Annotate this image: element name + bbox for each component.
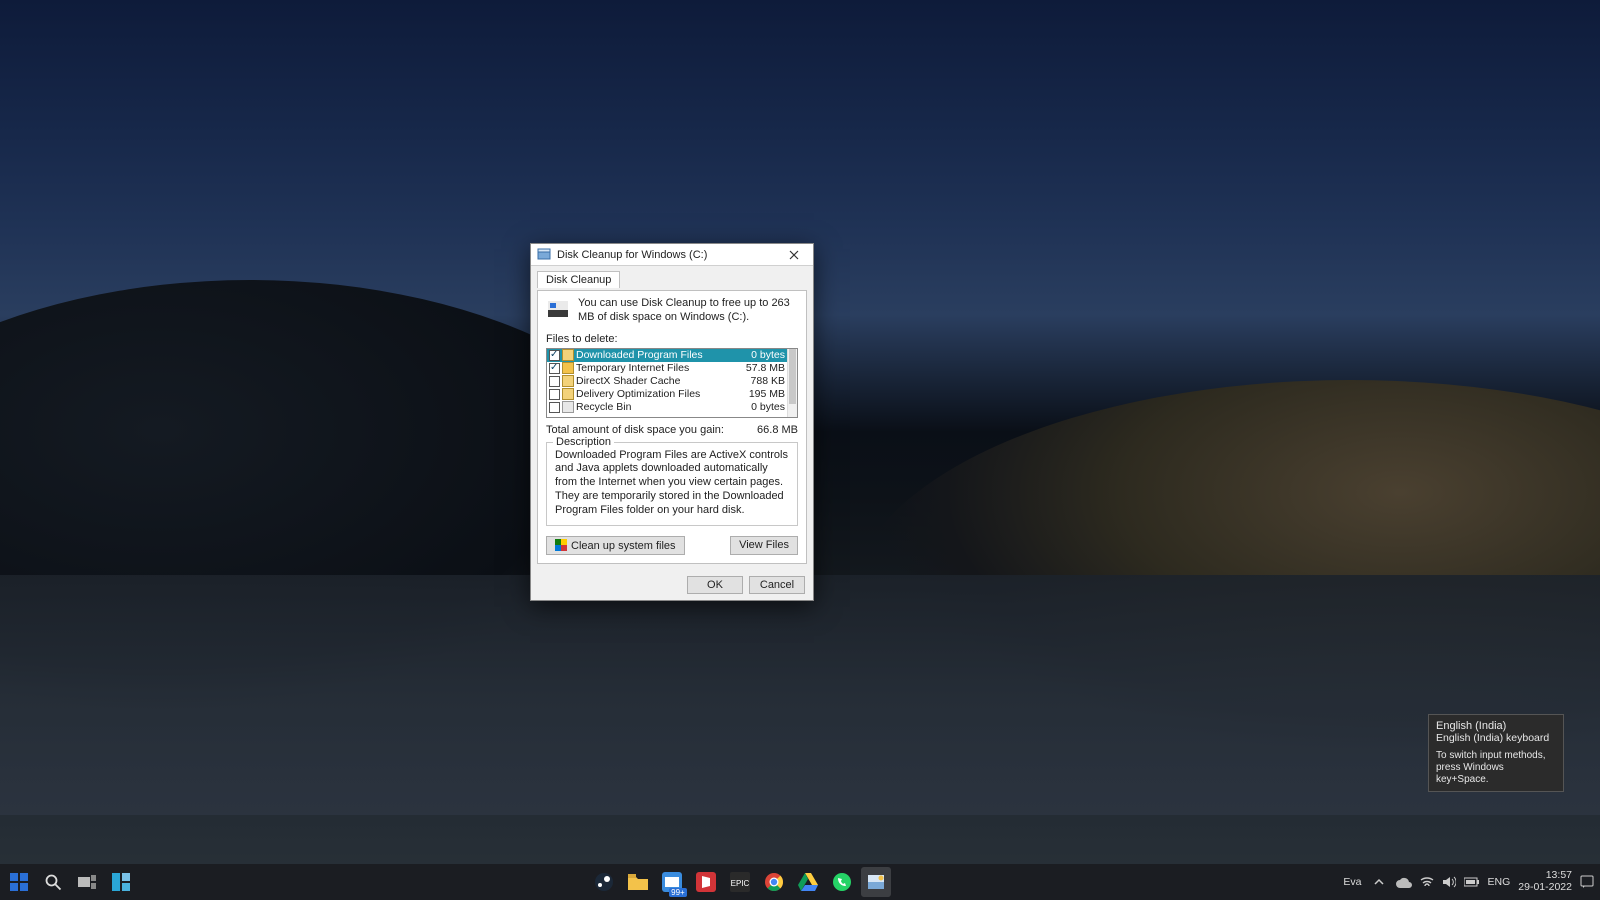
drive-icon (546, 297, 570, 325)
file-item-name: Downloaded Program Files (576, 349, 735, 361)
tray-wifi-icon[interactable] (1420, 876, 1434, 888)
description-group: Description Downloaded Program Files are… (546, 442, 798, 527)
disk-cleanup-icon (537, 248, 551, 262)
file-item-size: 0 bytes (737, 349, 785, 361)
recycle-bin-icon (562, 401, 574, 413)
file-list-item[interactable]: Delivery Optimization Files195 MB (547, 388, 787, 401)
file-item-name: DirectX Shader Cache (576, 375, 735, 387)
file-item-name: Temporary Internet Files (576, 362, 735, 374)
taskbar-app-drive[interactable] (793, 867, 823, 897)
file-list-item[interactable]: DirectX Shader Cache788 KB (547, 375, 787, 388)
lock-icon (562, 362, 574, 374)
description-text: Downloaded Program Files are ActiveX con… (555, 449, 789, 518)
checkbox[interactable] (549, 350, 560, 361)
shield-icon (555, 539, 567, 551)
ime-tooltip-hint: To switch input methods, press Windows k… (1436, 750, 1556, 786)
task-view-button[interactable] (72, 867, 102, 897)
checkbox[interactable] (549, 402, 560, 413)
cancel-button[interactable]: Cancel (749, 576, 805, 594)
file-list-item[interactable]: Downloaded Program Files0 bytes (547, 349, 787, 362)
total-gain-value: 66.8 MB (757, 424, 798, 436)
folder-icon (562, 375, 574, 387)
file-item-name: Delivery Optimization Files (576, 388, 735, 400)
disk-cleanup-dialog: Disk Cleanup for Windows (C:) Disk Clean… (530, 243, 814, 601)
taskbar-app-chrome[interactable] (759, 867, 789, 897)
tray-language-indicator[interactable]: ENG (1488, 876, 1511, 888)
tray-battery-icon[interactable] (1464, 877, 1480, 887)
folder-icon (562, 388, 574, 400)
taskbar-app-mail[interactable] (657, 867, 687, 897)
taskbar-app-whatsapp[interactable] (827, 867, 857, 897)
total-gain-label: Total amount of disk space you gain: (546, 424, 757, 436)
intro-text: You can use Disk Cleanup to free up to 2… (578, 297, 798, 325)
file-list-item[interactable]: Recycle Bin0 bytes (547, 401, 787, 414)
checkbox[interactable] (549, 389, 560, 400)
taskbar-app-steam[interactable] (589, 867, 619, 897)
titlebar[interactable]: Disk Cleanup for Windows (C:) (531, 244, 813, 266)
start-button[interactable] (4, 867, 34, 897)
checkbox[interactable] (549, 363, 560, 374)
search-button[interactable] (38, 867, 68, 897)
file-item-name: Recycle Bin (576, 401, 735, 413)
clean-system-files-label: Clean up system files (571, 540, 676, 552)
listbox-scrollbar[interactable] (787, 349, 797, 417)
ime-tooltip: English (India) English (India) keyboard… (1428, 714, 1564, 792)
taskbar-app-epic[interactable]: EPIC (725, 867, 755, 897)
tray-onedrive-icon[interactable] (1396, 876, 1412, 888)
file-item-size: 195 MB (737, 388, 785, 400)
taskbar-app-office[interactable] (691, 867, 721, 897)
ime-tooltip-title: English (India) (1436, 720, 1556, 732)
taskbar-app-disk-cleanup[interactable] (861, 867, 891, 897)
dialog-title: Disk Cleanup for Windows (C:) (557, 249, 779, 261)
folder-icon (562, 349, 574, 361)
file-list-item[interactable]: Temporary Internet Files57.8 MB (547, 362, 787, 375)
file-item-size: 788 KB (737, 375, 785, 387)
ok-button[interactable]: OK (687, 576, 743, 594)
description-legend: Description (553, 436, 614, 448)
ime-tooltip-subtitle: English (India) keyboard (1436, 732, 1556, 744)
taskbar: EPIC Eva ENG 13:57 29-01-2022 (0, 864, 1600, 900)
tray-clock[interactable]: 13:57 29-01-2022 (1518, 870, 1572, 893)
view-files-button[interactable]: View Files (730, 536, 798, 555)
files-listbox[interactable]: Downloaded Program Files0 bytesTemporary… (546, 348, 798, 418)
tray-date: 29-01-2022 (1518, 882, 1572, 894)
files-to-delete-label: Files to delete: (546, 333, 798, 345)
tray-volume-icon[interactable] (1442, 876, 1456, 888)
tray-overflow-chevron-icon[interactable] (1370, 867, 1388, 897)
svg-text:EPIC: EPIC (730, 879, 749, 888)
widgets-button[interactable] (106, 867, 136, 897)
tray-notifications-icon[interactable] (1580, 875, 1594, 889)
close-button[interactable] (779, 245, 809, 265)
desktop: Disk Cleanup for Windows (C:) Disk Clean… (0, 0, 1600, 900)
tabstrip: Disk Cleanup (531, 266, 813, 290)
file-item-size: 57.8 MB (737, 362, 785, 374)
clean-system-files-button[interactable]: Clean up system files (546, 536, 685, 555)
taskbar-app-explorer[interactable] (623, 867, 653, 897)
tray-eval-text: Eva (1343, 876, 1361, 888)
dialog-panel: You can use Disk Cleanup to free up to 2… (537, 290, 807, 564)
tab-disk-cleanup[interactable]: Disk Cleanup (537, 271, 620, 288)
checkbox[interactable] (549, 376, 560, 387)
file-item-size: 0 bytes (737, 401, 785, 413)
